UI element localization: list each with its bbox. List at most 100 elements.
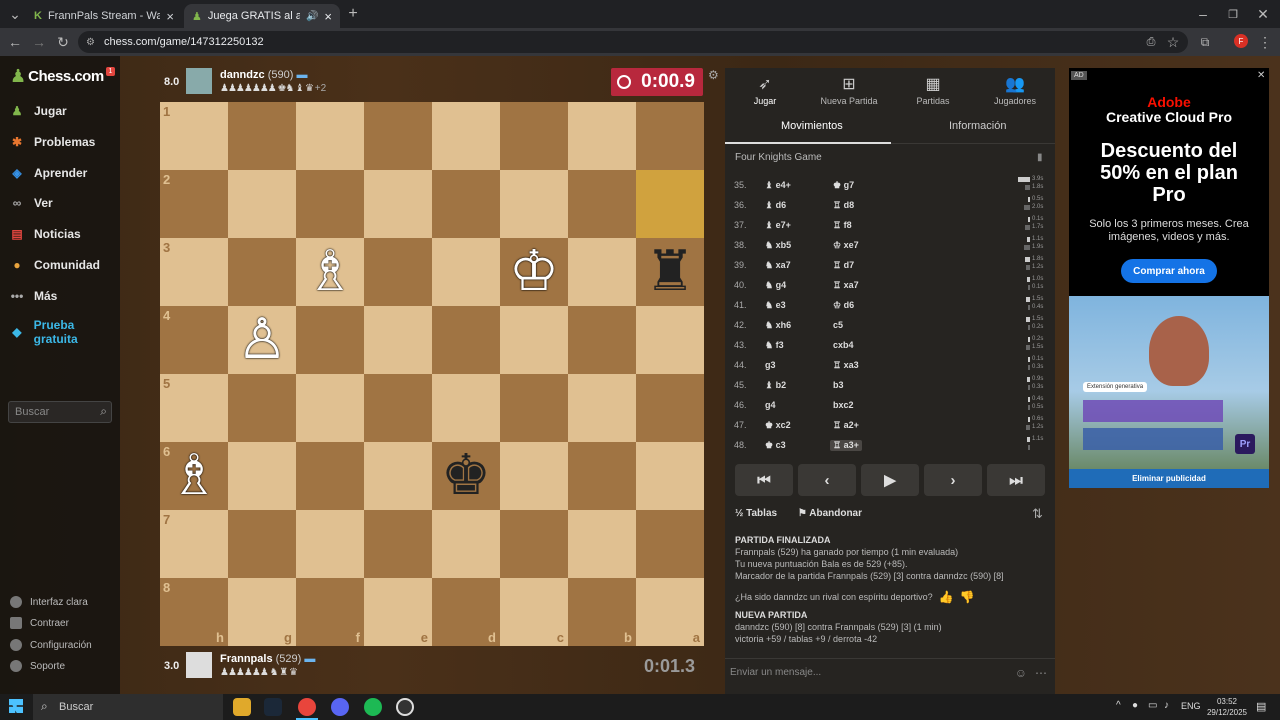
mic-icon[interactable]: ●	[1132, 700, 1138, 711]
board-square[interactable]	[568, 306, 636, 374]
restore-button[interactable]: ❐	[1222, 3, 1244, 25]
black-move[interactable]: ♚ g7	[833, 180, 854, 191]
board-square[interactable]	[296, 306, 364, 374]
reload-icon[interactable]: ↻	[52, 31, 74, 53]
volume-icon[interactable]: ♪	[1164, 700, 1169, 711]
tab-play[interactable]: ➶ Jugar	[725, 74, 805, 106]
resign-button[interactable]: ⚑ Abandonar	[798, 508, 862, 519]
board-square[interactable]: ♚	[432, 442, 500, 510]
board-square[interactable]: 2	[160, 170, 228, 238]
thumbs-down-icon[interactable]: 👎	[960, 591, 975, 603]
black-move[interactable]: cxb4	[833, 340, 854, 350]
board-square[interactable]	[568, 510, 636, 578]
sidebar-item-6[interactable]: ••• Más	[8, 287, 58, 305]
obs-icon[interactable]	[396, 698, 414, 716]
board-square[interactable]: f	[296, 578, 364, 646]
search-icon[interactable]: ⌕	[100, 404, 107, 419]
board-square[interactable]: ♔	[500, 238, 568, 306]
board-square[interactable]	[296, 102, 364, 170]
chess-piece[interactable]: ♜	[645, 244, 695, 300]
draw-button[interactable]: ½ Tablas	[735, 508, 777, 519]
board-square[interactable]	[364, 442, 432, 510]
tab-moves[interactable]: Movimientos	[781, 120, 843, 132]
board-square[interactable]: 8h	[160, 578, 228, 646]
taskbar-search[interactable]: ⌕ Buscar	[33, 694, 223, 720]
black-move[interactable]: ♖ a3+	[830, 440, 862, 451]
prev-move-button[interactable]: ‹	[798, 464, 856, 496]
board-square[interactable]	[432, 238, 500, 306]
board-square[interactable]	[500, 170, 568, 238]
board-square[interactable]	[432, 374, 500, 442]
board-square[interactable]	[296, 170, 364, 238]
board-square[interactable]	[500, 306, 568, 374]
board-square[interactable]	[500, 102, 568, 170]
board-square[interactable]	[636, 442, 704, 510]
white-move[interactable]: ♝ d6	[765, 200, 786, 211]
board-square[interactable]	[364, 374, 432, 442]
sidebar-support[interactable]: Soporte	[10, 660, 65, 672]
board-square[interactable]: ♜	[636, 238, 704, 306]
tab-players[interactable]: 👥 Jugadores	[975, 74, 1055, 106]
ad-cta-button[interactable]: Comprar ahora	[1121, 259, 1217, 283]
white-move[interactable]: g3	[765, 360, 776, 370]
board-square[interactable]	[296, 374, 364, 442]
sidebar-item-2[interactable]: ◈ Aprender	[8, 164, 87, 182]
browser-tab-2[interactable]: ♟ Juega GRATIS al ajedrez onl 🔊 ×	[184, 4, 340, 28]
browser-tab-1[interactable]: K FrannPals Stream - Watch Live o ×	[26, 4, 182, 28]
spotify-icon[interactable]	[364, 698, 382, 716]
board-square[interactable]	[568, 170, 636, 238]
white-move[interactable]: ♝ e4+	[765, 180, 791, 191]
white-move[interactable]: ♚ c3	[765, 440, 786, 451]
tab-info[interactable]: Información	[949, 120, 1006, 132]
sidebar-item-trial[interactable]: ◆ Prueba gratuita	[8, 318, 120, 346]
board-square[interactable]: g	[228, 578, 296, 646]
white-move[interactable]: ♞ xa7	[765, 260, 791, 271]
board-square[interactable]	[228, 238, 296, 306]
file-explorer-icon[interactable]	[233, 698, 251, 716]
avatar[interactable]	[186, 652, 212, 678]
sidebar-item-1[interactable]: ✱ Problemas	[8, 133, 95, 151]
board-square[interactable]	[364, 102, 432, 170]
board-square[interactable]	[568, 442, 636, 510]
sidebar-item-5[interactable]: ● Comunidad	[8, 256, 100, 274]
install-icon[interactable]: ⎙	[1140, 31, 1162, 53]
board-square[interactable]	[500, 442, 568, 510]
white-move[interactable]: ♞ e3	[765, 300, 786, 311]
steam-icon[interactable]	[264, 698, 282, 716]
board-square[interactable]: 6 ♗	[160, 442, 228, 510]
first-move-button[interactable]: ⏮	[735, 464, 793, 496]
board-square[interactable]	[432, 170, 500, 238]
white-move[interactable]: g4	[765, 400, 776, 410]
white-move[interactable]: ♞ xh6	[765, 320, 791, 331]
chat-input[interactable]: Enviar un mensaje... ☺ ⋯	[725, 658, 1055, 688]
player-name[interactable]: Frannpals (529) ▬	[220, 653, 315, 665]
board-square[interactable]	[228, 102, 296, 170]
tab-new-game[interactable]: ⊞ Nueva Partida	[809, 74, 889, 106]
ad-banner[interactable]: AD ✕ Adobe Creative Cloud Pro Descuento …	[1069, 68, 1269, 488]
board-square[interactable]	[228, 510, 296, 578]
board-square[interactable]	[636, 374, 704, 442]
chess-board[interactable]: 1 2 3 ♗ ♔ ♜ 4 ♙ 5 6 ♗ ♚ 7 8 h g f e d c b a	[160, 102, 704, 646]
sidebar-search-input[interactable]: Buscar ⌕	[8, 401, 112, 423]
board-square[interactable]	[432, 510, 500, 578]
black-move[interactable]: ♔ d6	[833, 300, 854, 311]
close-icon[interactable]: ×	[324, 9, 332, 24]
board-square[interactable]: ♗	[296, 238, 364, 306]
bookmark-star-icon[interactable]: ☆	[1162, 31, 1184, 53]
board-square[interactable]	[228, 442, 296, 510]
black-move[interactable]: ♖ f8	[833, 220, 852, 231]
notification-badge[interactable]: 1	[106, 67, 115, 76]
board-square[interactable]	[228, 170, 296, 238]
sidebar-item-4[interactable]: ▤ Noticias	[8, 225, 80, 243]
black-move[interactable]: ♖ a2+	[833, 420, 859, 431]
thumbs-up-icon[interactable]: 👍	[939, 591, 954, 603]
board-square[interactable]	[500, 374, 568, 442]
board-square[interactable]: 3	[160, 238, 228, 306]
chess-piece[interactable]: ♚	[441, 448, 491, 504]
avatar[interactable]	[186, 68, 212, 94]
tray-chevron-icon[interactable]: ^	[1116, 700, 1121, 711]
network-icon[interactable]: ▭	[1148, 700, 1157, 711]
tab-search-icon[interactable]: ⌄	[4, 3, 26, 25]
sidebar-settings[interactable]: Configuración	[10, 639, 92, 651]
board-square[interactable]	[568, 102, 636, 170]
